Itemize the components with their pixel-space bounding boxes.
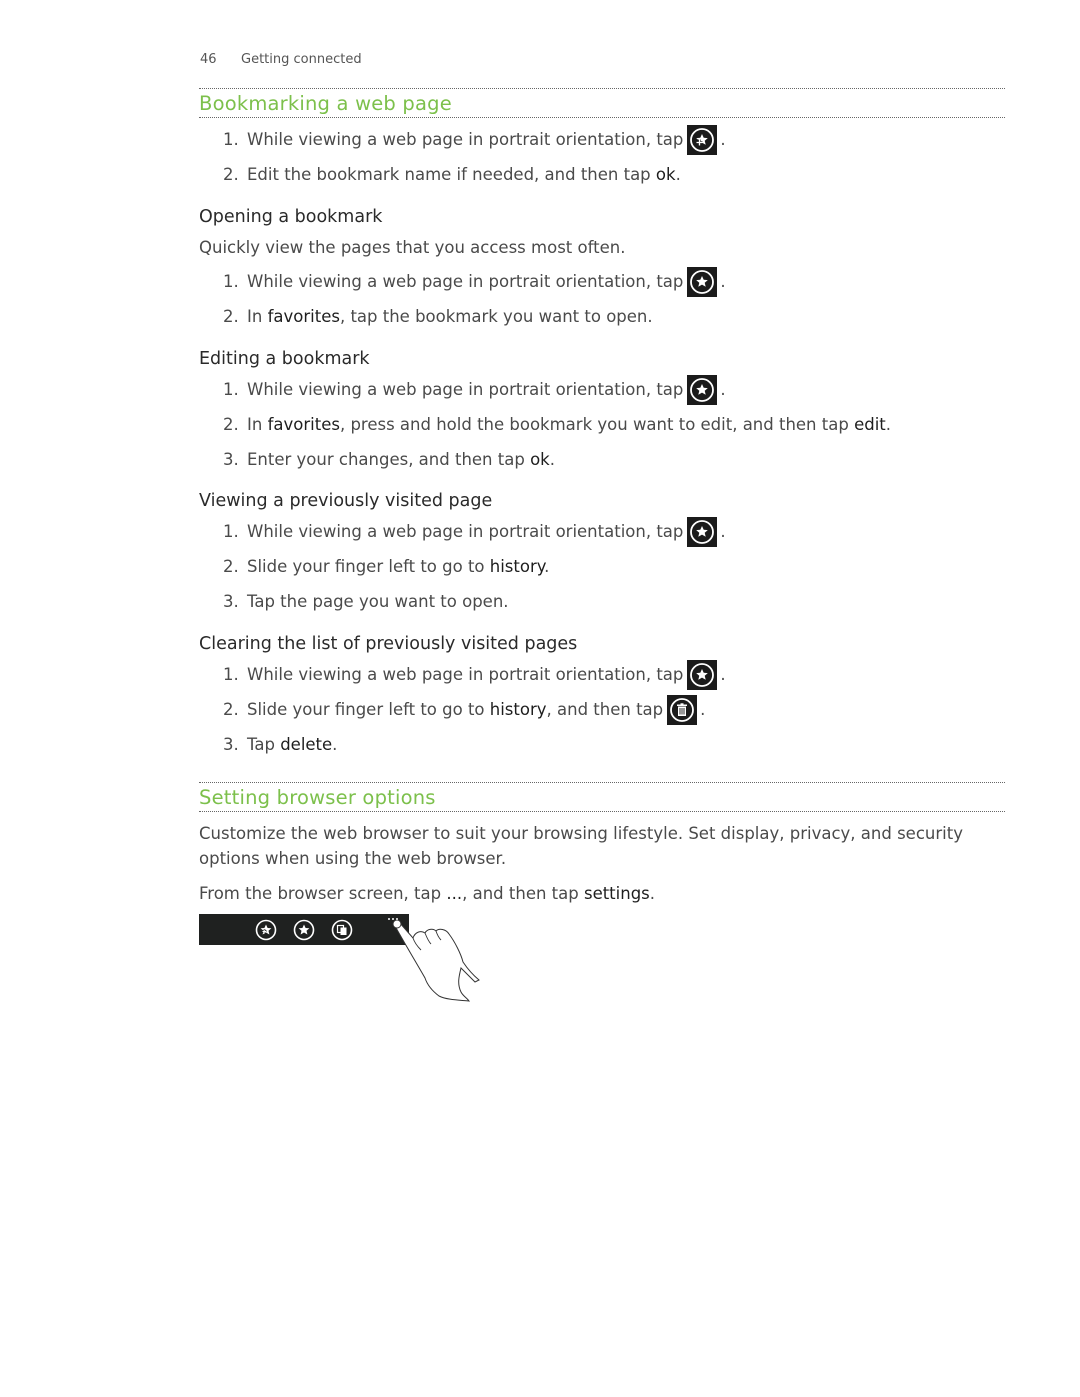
- delete-icon: [667, 694, 698, 725]
- keyword: history: [489, 557, 545, 576]
- subheading-clearing: Clearing the list of previously visited …: [199, 634, 578, 654]
- tapping-hand-illustration: [392, 920, 480, 1002]
- favorites-icon: [687, 516, 718, 547]
- step-2: 2. In favorites, press and hold the bookm…: [223, 415, 892, 434]
- keyword: edit: [854, 415, 886, 434]
- page-header: 46 Getting connected: [200, 52, 362, 67]
- keyword: ok: [655, 165, 676, 184]
- section-heading: Bookmarking a web page: [199, 88, 1005, 118]
- subheading-opening: Opening a bookmark: [199, 207, 383, 227]
- intro-settings: Customize the web browser to suit your b…: [199, 824, 963, 868]
- tabs-icon: [331, 919, 353, 941]
- step-1: 1. While viewing a web page in portrait o…: [223, 266, 726, 297]
- step-3: 3. Enter your changes, and then tap ok.: [223, 450, 555, 469]
- favorites-icon: [293, 919, 315, 941]
- favorites-icon: [687, 659, 718, 690]
- settings-instruction: From the browser screen, tap ..., and th…: [199, 884, 656, 903]
- step-2: 2. Slide your finger left to go to histor…: [223, 694, 705, 725]
- settings-body: Customize the web browser to suit your b…: [199, 822, 1005, 1022]
- chapter-title: Getting connected: [241, 52, 362, 67]
- intro-opening: Quickly view the pages that you access m…: [199, 238, 626, 257]
- keyword: settings: [583, 884, 650, 903]
- step-1: 1. While viewing a web page in portrait o…: [223, 516, 726, 547]
- keyword: history: [489, 700, 547, 719]
- favorites-icon: [687, 266, 718, 297]
- section-heading: Setting browser options: [199, 782, 1005, 812]
- keyword: favorites: [267, 415, 340, 434]
- favorites-icon: [687, 374, 718, 405]
- step-1: 1. While viewing a web page in portrait o…: [223, 374, 726, 405]
- page-number: 46: [200, 52, 217, 67]
- step-2: 2. Edit the bookmark name if needed, and …: [223, 165, 681, 184]
- subheading-editing: Editing a bookmark: [199, 349, 370, 369]
- step-1: 1. While viewing a web page in portrait o…: [223, 659, 726, 690]
- keyword: delete: [280, 735, 333, 754]
- step-2: 2. In favorites, tap the bookmark you wan…: [223, 307, 653, 326]
- add-favorite-icon: [255, 919, 277, 941]
- subheading-viewing: Viewing a previously visited page: [199, 491, 493, 511]
- step-2: 2. Slide your finger left to go to histor…: [223, 557, 550, 576]
- step-1: 1. While viewing a web page in portrait o…: [223, 124, 726, 155]
- more-ellipsis: ...: [446, 884, 463, 903]
- section-settings: Setting browser options: [199, 782, 1005, 812]
- keyword: ok: [530, 450, 550, 469]
- browser-app-bar: [199, 914, 409, 945]
- add-favorite-icon: [687, 124, 718, 155]
- bookmarking-body: 1. While viewing a web page in portrait o…: [199, 124, 1005, 828]
- keyword: favorites: [267, 307, 340, 326]
- step-3: 3. Tap delete.: [223, 735, 338, 754]
- step-3: 3. Tap the page you want to open.: [223, 592, 509, 611]
- section-bookmarking: Bookmarking a web page: [199, 88, 1005, 118]
